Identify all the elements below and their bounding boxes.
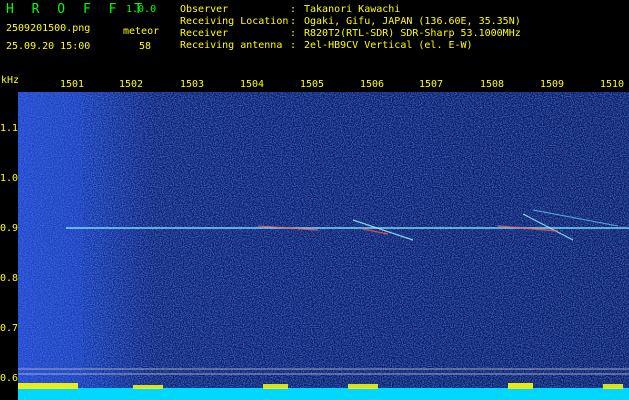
hrofft-display: H R O F F T 1.0.0 2509201500.png 25.09.2…: [0, 0, 629, 400]
antenna-label: Receiving antenna: [180, 40, 283, 51]
spectrogram-noise: [18, 92, 629, 400]
meteor-label: meteor: [123, 26, 160, 37]
spectrogram: [18, 92, 629, 400]
antenna-separator: :: [290, 40, 297, 51]
meteor-count: 58: [139, 41, 152, 52]
signal-level-peak: [508, 383, 533, 389]
y-tick-label: 0.6: [0, 373, 19, 384]
observation-datetime: 25.09.20 15:00: [6, 41, 91, 52]
x-tick-label: 1507: [419, 79, 444, 90]
signal-level-peak: [348, 384, 378, 389]
observer-value: Takanori Kawachi: [304, 4, 401, 15]
y-tick-label: 1.1: [0, 123, 19, 134]
y-tick-label: 0.9: [0, 223, 19, 234]
x-tick-label: 1509: [540, 79, 565, 90]
signal-level-peak: [18, 383, 78, 389]
x-tick-label: 1504: [240, 79, 265, 90]
app-version: 1.0.0: [126, 4, 157, 15]
signal-level-band: [18, 388, 629, 400]
x-tick-label: 1508: [480, 79, 505, 90]
signal-level-peak: [263, 384, 288, 389]
y-tick-label: 0.8: [0, 273, 19, 284]
location-separator: :: [290, 16, 297, 27]
x-tick-label: 1503: [180, 79, 205, 90]
x-tick-label: 1506: [360, 79, 385, 90]
file-name: 2509201500.png: [6, 23, 91, 34]
frequency-unit: kHz: [1, 75, 20, 86]
x-tick-label: 1502: [119, 79, 144, 90]
signal-level-peak: [133, 385, 163, 389]
receiver-value: R820T2(RTL-SDR) SDR-Sharp 53.1000MHz: [304, 28, 521, 39]
x-tick-label: 1501: [60, 79, 85, 90]
low-frequency-noise-band: [18, 92, 83, 382]
y-tick-label: 1.0: [0, 173, 19, 184]
observer-label: Observer: [180, 4, 229, 15]
antenna-value: 2el-HB9CV Vertical (el. E-W): [304, 40, 473, 51]
receiver-label: Receiver: [180, 28, 229, 39]
receiver-separator: :: [290, 28, 297, 39]
observer-separator: :: [290, 4, 297, 15]
x-tick-label: 1510: [600, 79, 625, 90]
signal-level-peak: [603, 384, 623, 389]
y-tick-label: 0.7: [0, 323, 19, 334]
location-value: Ogaki, Gifu, JAPAN (136.60E, 35.35N): [304, 16, 521, 27]
x-tick-label: 1505: [300, 79, 325, 90]
location-label: Receiving Location: [180, 16, 289, 27]
